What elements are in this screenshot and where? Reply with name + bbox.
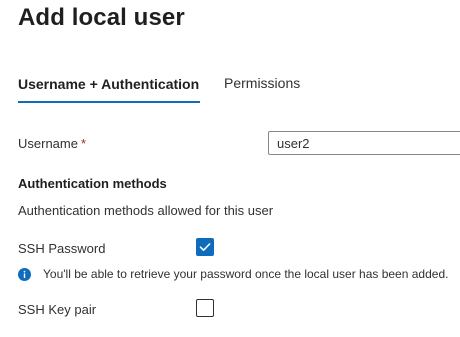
info-icon [18,268,31,281]
tab-label: Permissions [224,75,301,91]
required-marker: * [80,136,87,151]
add-local-user-page: Add local user Username + Authentication… [0,0,460,337]
username-label-text: Username [18,136,78,151]
info-message-text: You'll be able to retrieve your password… [43,267,449,281]
ssh-key-pair-checkbox[interactable] [196,299,214,317]
tab-username-authentication[interactable]: Username + Authentication [18,76,200,103]
ssh-key-pair-label: SSH Key pair [18,302,97,317]
page-title: Add local user [18,4,185,31]
username-label: Username * [18,136,86,151]
ssh-password-checkbox[interactable] [196,238,214,256]
authentication-methods-heading: Authentication methods [18,176,167,191]
tab-permissions[interactable]: Permissions [224,75,300,91]
checkmark-icon [199,243,211,251]
username-input[interactable] [268,131,460,155]
authentication-methods-description: Authentication methods allowed for this … [18,203,274,218]
selected-tab-indicator [18,101,200,103]
ssh-password-label: SSH Password [18,241,106,256]
tab-label: Username + Authentication [18,76,200,92]
